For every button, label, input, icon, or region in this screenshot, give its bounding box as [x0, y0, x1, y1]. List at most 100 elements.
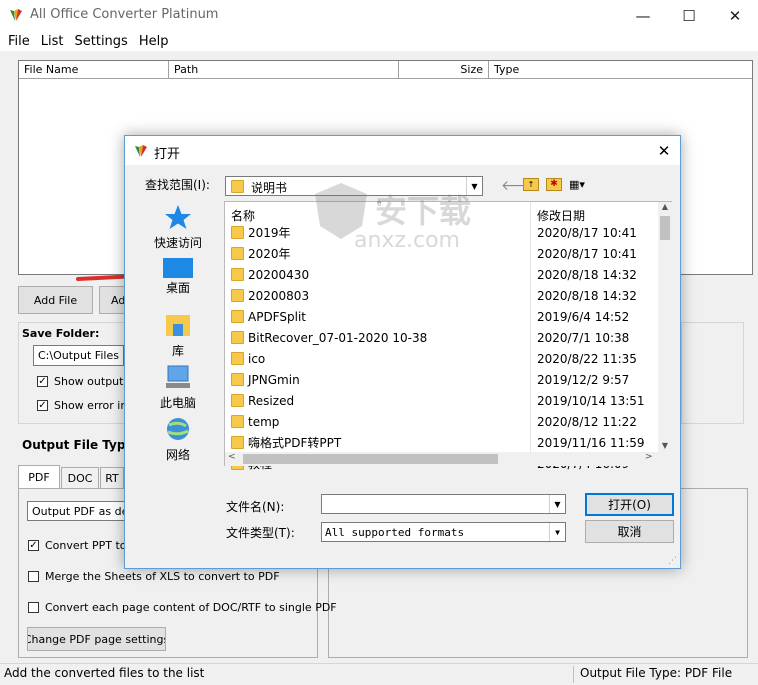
- watermark: 安下载 anxz.com: [230, 180, 490, 270]
- folder-icon: [231, 289, 244, 302]
- list-item[interactable]: JPNGmin: [231, 369, 300, 390]
- filename-input[interactable]: ▼: [321, 494, 566, 514]
- list-item-name: JPNGmin: [248, 372, 300, 387]
- list-item-name: APDFSplit: [248, 309, 306, 324]
- maximize-button[interactable]: ☐: [666, 0, 712, 31]
- list-item-name: Resized: [248, 393, 295, 408]
- menu-help[interactable]: Help: [139, 34, 169, 49]
- look-in-label: 查找范围(I):: [145, 178, 210, 192]
- vertical-scrollbar[interactable]: ▲ ▼: [658, 202, 672, 452]
- place-desktop[interactable]: 桌面: [145, 258, 211, 310]
- column-type[interactable]: Type: [489, 61, 752, 79]
- minimize-button[interactable]: —: [620, 0, 666, 31]
- dialog-title: 打开: [154, 147, 181, 162]
- horizontal-scrollbar[interactable]: < >: [225, 452, 672, 466]
- place-network[interactable]: 网络: [145, 414, 211, 466]
- pdf-output-mode-select[interactable]: Output PDF as defa: [27, 501, 127, 521]
- chevron-down-icon[interactable]: ▼: [549, 523, 565, 541]
- resize-grip-icon[interactable]: ⋰: [668, 556, 677, 566]
- show-output-checkbox[interactable]: ✓: [37, 376, 48, 387]
- new-folder-icon[interactable]: ✱: [546, 178, 562, 191]
- list-item[interactable]: APDFSplit: [231, 306, 306, 327]
- list-item-date: 2019/6/4 14:52: [537, 309, 630, 324]
- watermark-text: 安下载: [375, 192, 472, 230]
- list-item-name: ico: [248, 351, 266, 366]
- show-error-checkbox[interactable]: ✓: [37, 400, 48, 411]
- list-item[interactable]: ico: [231, 348, 265, 369]
- list-item-date: 2020/8/12 11:22: [537, 414, 637, 429]
- add-file-button[interactable]: Add File: [18, 286, 93, 314]
- list-item-date: 2019/10/14 13:51: [537, 393, 645, 408]
- chevron-down-icon[interactable]: ▼: [549, 495, 565, 513]
- view-menu-icon[interactable]: ▦▾: [569, 178, 597, 192]
- folder-icon: [231, 415, 244, 428]
- list-item-date: 2020/8/22 11:35: [537, 351, 637, 366]
- merge-xls-checkbox[interactable]: [28, 571, 39, 582]
- network-globe-icon: [167, 418, 189, 440]
- folder-icon: [231, 394, 244, 407]
- convert-ppt-checkbox[interactable]: ✓: [28, 540, 39, 551]
- filetype-label: 文件类型(T):: [226, 526, 295, 540]
- save-folder-label: Save Folder:: [20, 327, 102, 340]
- folder-icon: [231, 373, 244, 386]
- list-item[interactable]: 嗨格式PDF转PPT: [231, 432, 341, 453]
- close-button[interactable]: ✕: [712, 0, 758, 31]
- star-icon: [165, 205, 191, 229]
- column-size[interactable]: Size: [399, 61, 489, 79]
- filetype-select[interactable]: All supported formats ▼: [321, 522, 566, 542]
- tab-pdf[interactable]: PDF: [18, 465, 60, 489]
- computer-icon: [166, 365, 190, 388]
- filename-label: 文件名(N):: [226, 500, 285, 514]
- column-path[interactable]: Path: [169, 61, 399, 79]
- menu-settings[interactable]: Settings: [75, 34, 128, 49]
- open-button[interactable]: 打开(O): [585, 493, 674, 516]
- folder-icon: [231, 436, 244, 449]
- save-folder-input[interactable]: C:\Output Files: [33, 345, 124, 366]
- dialog-title-bar: [125, 136, 680, 165]
- list-item[interactable]: Resized: [231, 390, 294, 411]
- library-icon: [166, 315, 190, 336]
- scroll-thumb[interactable]: [660, 216, 670, 240]
- menu-bar: File List Settings Help: [0, 31, 758, 51]
- list-item-date: 2019/12/2 9:57: [537, 372, 630, 387]
- app-logo-icon: [10, 9, 22, 21]
- right-group: [681, 322, 744, 424]
- single-pdf-label: Convert each page content of DOC/RTF to …: [45, 601, 337, 614]
- output-file-type-label: Output File Type:: [20, 438, 141, 452]
- status-message: Add the converted files to the list: [1, 666, 574, 683]
- column-file-name[interactable]: File Name: [19, 61, 169, 79]
- list-item-date: 2020/7/1 10:38: [537, 330, 630, 345]
- menu-list[interactable]: List: [41, 34, 64, 49]
- list-item[interactable]: 20200803: [231, 285, 309, 306]
- desktop-icon: [163, 258, 193, 278]
- cancel-button[interactable]: 取消: [585, 520, 674, 543]
- tab-doc[interactable]: DOC: [61, 467, 99, 489]
- status-output-type: Output File Type: PDF File: [580, 666, 733, 680]
- place-this-pc[interactable]: 此电脑: [145, 362, 211, 414]
- list-item-name: temp: [248, 414, 280, 429]
- place-quick-access[interactable]: 快速访问: [145, 202, 211, 254]
- list-item-name: 20200803: [248, 288, 310, 303]
- list-item[interactable]: temp: [231, 411, 279, 432]
- change-pdf-page-settings-button[interactable]: Change PDF page settings: [27, 627, 166, 651]
- tab-rtf[interactable]: RT: [100, 467, 124, 489]
- up-folder-icon[interactable]: ↑: [523, 178, 539, 191]
- list-item-name: BitRecover_07-01-2020 10-38: [248, 330, 428, 345]
- places-bar: 快速访问 桌面 库 此电脑 网络: [145, 202, 211, 466]
- hscroll-thumb[interactable]: [243, 454, 498, 464]
- dialog-app-icon: [135, 145, 147, 157]
- single-pdf-checkbox[interactable]: [28, 602, 39, 613]
- menu-file[interactable]: File: [8, 34, 30, 49]
- folder-icon: [231, 352, 244, 365]
- window-title: All Office Converter Platinum: [30, 7, 219, 22]
- watermark-sub: anxz.com: [354, 228, 460, 253]
- folder-icon: [231, 331, 244, 344]
- list-item-date: 2019/11/16 11:59: [537, 435, 645, 450]
- list-item-date: 2020/8/17 10:41: [537, 225, 637, 240]
- merge-xls-label: Merge the Sheets of XLS to convert to PD…: [45, 570, 280, 583]
- column-divider: [530, 202, 531, 452]
- dialog-close-button[interactable]: ✕: [652, 140, 676, 162]
- list-item[interactable]: BitRecover_07-01-2020 10-38: [231, 327, 427, 348]
- place-libraries[interactable]: 库: [145, 310, 211, 362]
- list-item-date: 2020/8/18 14:32: [537, 267, 637, 282]
